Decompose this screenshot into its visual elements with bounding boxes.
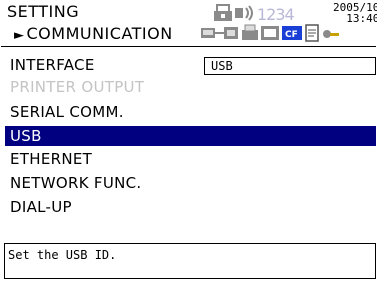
counter-display: 1234 — [257, 5, 295, 24]
menu-item-interface[interactable]: INTERFACE — [10, 55, 95, 75]
cf-card-icon: CF — [282, 26, 302, 40]
printer-icon — [242, 24, 258, 40]
menu-item-network-func[interactable]: NETWORK FUNC. — [10, 173, 142, 193]
arrow-icon: ► — [14, 28, 25, 43]
wireless-icon — [235, 5, 253, 21]
interface-value[interactable]: USB — [204, 57, 376, 75]
menu-item-serial-comm[interactable]: SERIAL COMM. — [10, 102, 124, 122]
menu-item-usb[interactable]: USB — [5, 126, 376, 146]
datetime: 2005/10/0 13:40:4 — [333, 2, 377, 24]
header: SETTING ► COMMUNICATION CF 1234 2005/10 … — [0, 0, 377, 46]
time-label: 13:40:4 — [346, 12, 377, 25]
document-icon — [305, 24, 319, 42]
menu-item-ethernet[interactable]: ETHERNET — [10, 149, 92, 169]
lock-icon — [214, 4, 232, 21]
key-icon — [323, 30, 339, 38]
subtitle-label: COMMUNICATION — [26, 24, 173, 43]
network-icon — [201, 27, 238, 39]
menu-item-printer-output: PRINTER OUTPUT — [10, 78, 145, 96]
display-icon — [261, 26, 279, 40]
screen-title: SETTING — [7, 2, 80, 21]
screen-subtitle: ► COMMUNICATION — [14, 24, 173, 43]
menu-item-dial-up[interactable]: DIAL-UP — [10, 197, 72, 217]
help-message: Set the USB ID. — [4, 243, 376, 279]
svg-text:CF: CF — [285, 30, 298, 40]
communication-menu-panel: INTERFACE USB PRINTER OUTPUT SERIAL COMM… — [1, 46, 376, 288]
